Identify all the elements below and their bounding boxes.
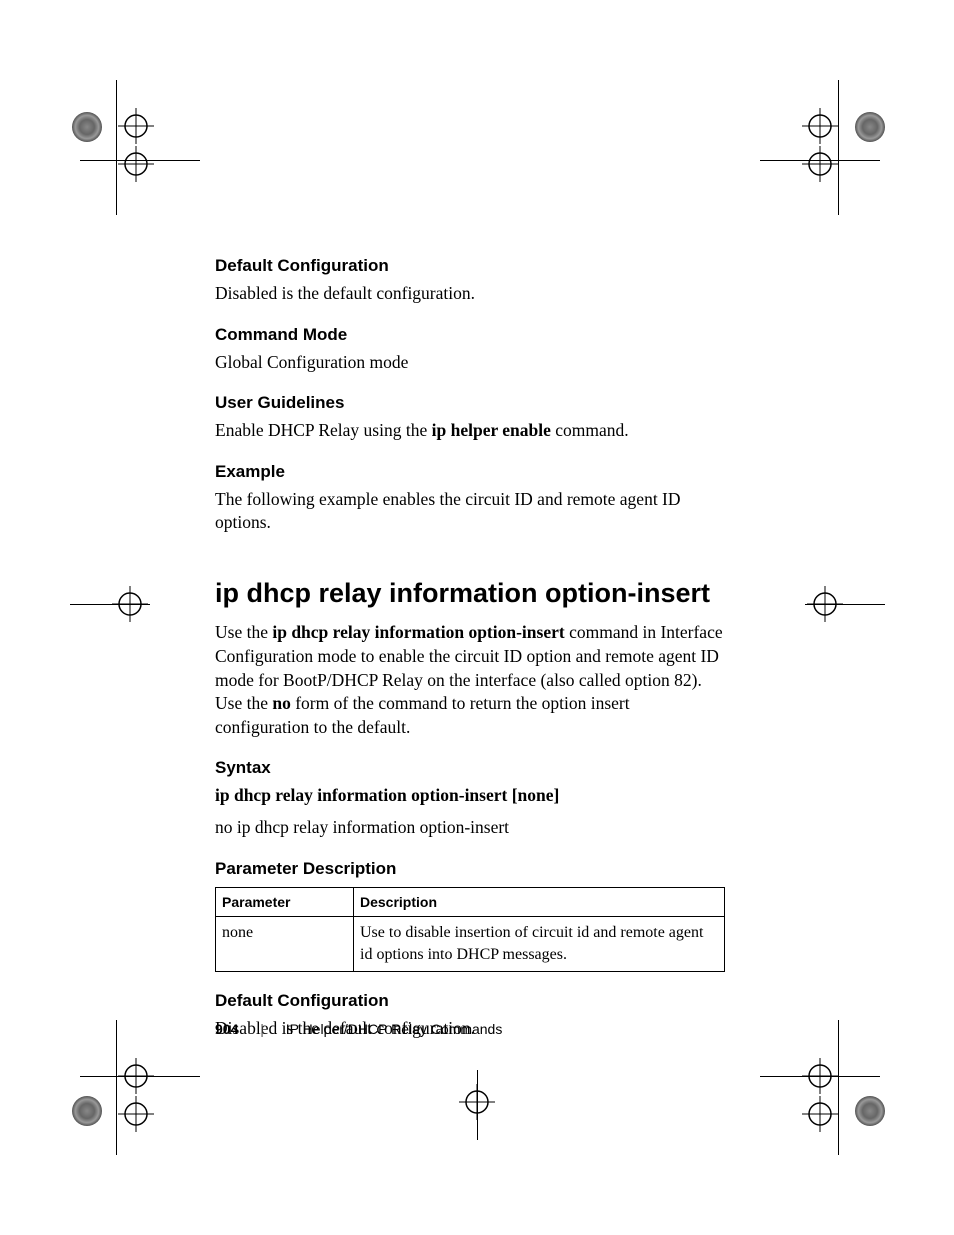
th-description: Description xyxy=(354,887,725,917)
chapter-title: IP Helper/DHCP Relay Commands xyxy=(286,1021,503,1037)
syntax-line-1: ip dhcp relay information option-insert … xyxy=(215,784,725,808)
text-default-configuration: Disabled is the default configuration. xyxy=(215,282,725,306)
footer-separator-icon: | xyxy=(260,1021,264,1037)
td-description: Use to disable insertion of circuit id a… xyxy=(354,917,725,971)
heading-example: Example xyxy=(215,461,725,484)
crop-medallion-icon xyxy=(855,112,885,142)
crop-medallion-icon xyxy=(72,1096,102,1126)
page: Default Configuration Disabled is the de… xyxy=(0,0,954,1235)
crop-cross-icon xyxy=(116,144,156,191)
page-body: Default Configuration Disabled is the de… xyxy=(215,255,725,1048)
heading-syntax: Syntax xyxy=(215,757,725,780)
page-number: 904 xyxy=(215,1021,238,1037)
text-command-mode: Global Configuration mode xyxy=(215,351,725,375)
crop-cross-icon xyxy=(110,584,150,631)
text-example: The following example enables the circui… xyxy=(215,488,725,535)
crop-medallion-icon xyxy=(855,1096,885,1126)
crop-cross-icon xyxy=(805,584,845,631)
command-title: ip dhcp relay information option-insert xyxy=(215,575,725,611)
parameter-table: Parameter Description none Use to disabl… xyxy=(215,887,725,972)
table-header-row: Parameter Description xyxy=(216,887,725,917)
page-footer: 904 | IP Helper/DHCP Relay Commands xyxy=(215,1020,502,1039)
text-user-guidelines: Enable DHCP Relay using the ip helper en… xyxy=(215,419,725,443)
td-parameter: none xyxy=(216,917,354,971)
table-row: none Use to disable insertion of circuit… xyxy=(216,917,725,971)
crop-cross-icon xyxy=(800,1094,840,1141)
crop-cross-icon xyxy=(457,1082,497,1129)
heading-default-configuration: Default Configuration xyxy=(215,255,725,278)
heading-command-mode: Command Mode xyxy=(215,324,725,347)
crop-cross-icon xyxy=(116,1094,156,1141)
th-parameter: Parameter xyxy=(216,887,354,917)
heading-parameter-description: Parameter Description xyxy=(215,858,725,881)
heading-default-configuration-2: Default Configuration xyxy=(215,990,725,1013)
heading-user-guidelines: User Guidelines xyxy=(215,392,725,415)
crop-cross-icon xyxy=(800,144,840,191)
text-intro: Use the ip dhcp relay information option… xyxy=(215,621,725,739)
syntax-line-2: no ip dhcp relay information option-inse… xyxy=(215,816,725,840)
crop-medallion-icon xyxy=(72,112,102,142)
